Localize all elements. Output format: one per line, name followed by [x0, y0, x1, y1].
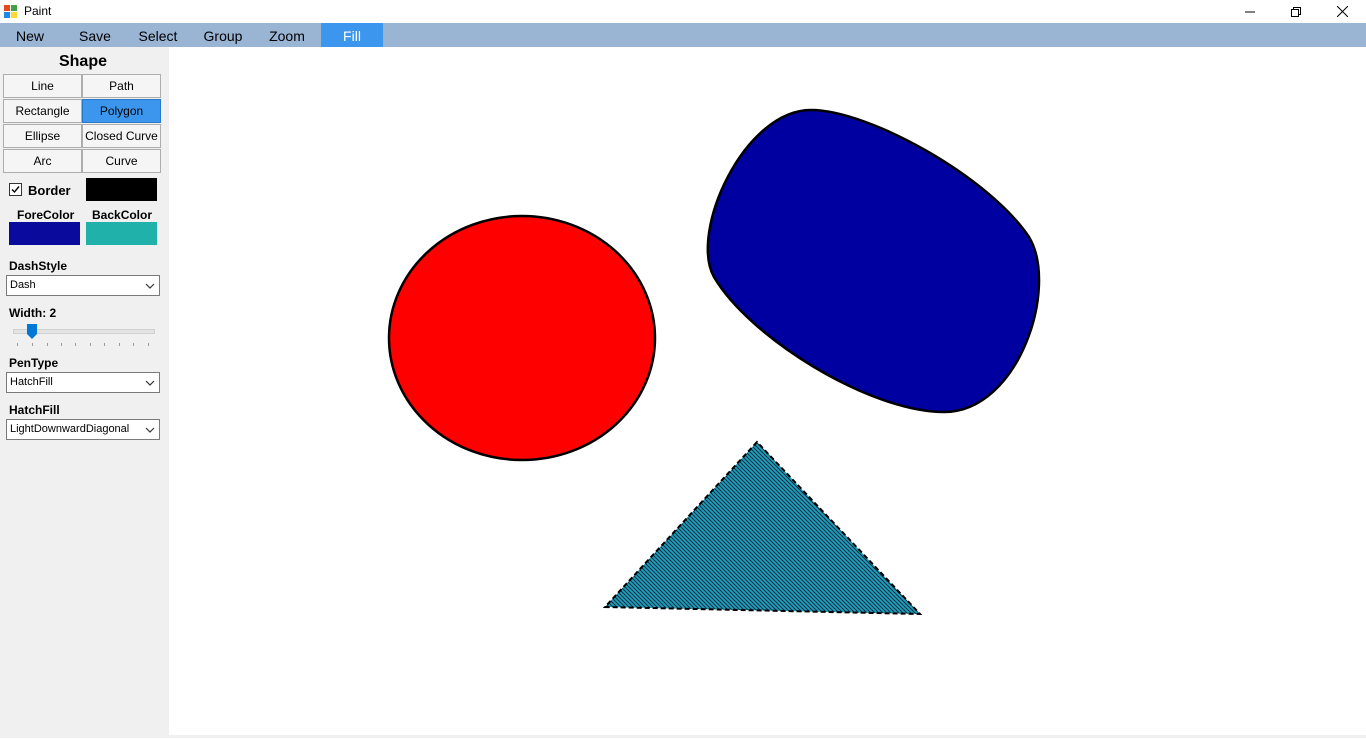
pentype-value: HatchFill [10, 376, 53, 388]
menu-bar: New Save Select Group Zoom Fill [0, 23, 1366, 47]
slider-tick [133, 343, 134, 346]
hatchfill-label: HatchFill [9, 403, 60, 417]
shape-closed-curve-button[interactable]: Closed Curve [82, 124, 161, 148]
slider-tick [17, 343, 18, 346]
slider-tick [104, 343, 105, 346]
chevron-down-icon [145, 427, 155, 433]
shape-arc-button[interactable]: Arc [3, 149, 82, 173]
restore-button[interactable] [1273, 0, 1319, 23]
hatchfill-select[interactable]: LightDownwardDiagonal [6, 419, 160, 440]
hatchfill-value: LightDownwardDiagonal [10, 423, 130, 435]
slider-tick [148, 343, 149, 346]
slider-tick [75, 343, 76, 346]
border-color-swatch[interactable] [86, 178, 157, 201]
shape-heading: Shape [58, 53, 107, 70]
pentype-select[interactable]: HatchFill [6, 372, 160, 393]
chevron-down-icon [145, 380, 155, 386]
menu-group[interactable]: Group [192, 23, 254, 47]
minimize-icon [1245, 11, 1255, 12]
shape-line-button[interactable]: Line [3, 74, 82, 98]
minimize-button[interactable] [1227, 0, 1273, 23]
app-icon [4, 5, 17, 18]
slider-tick [32, 343, 33, 346]
tool-panel: Shape Line Path Rectangle Polygon Ellips… [0, 47, 169, 738]
border-label: Border [28, 183, 71, 198]
shape-rectangle-button[interactable]: Rectangle [3, 99, 82, 123]
blue-closed-curve-shape[interactable] [706, 108, 1041, 414]
menu-zoom[interactable]: Zoom [256, 23, 318, 47]
slider-tick [119, 343, 120, 346]
forecolor-swatch[interactable] [9, 222, 80, 245]
slider-tick [61, 343, 62, 346]
backcolor-swatch[interactable] [86, 222, 157, 245]
menu-save[interactable]: Save [64, 23, 126, 47]
backcolor-label: BackColor [92, 208, 153, 222]
shape-path-button[interactable]: Path [82, 74, 161, 98]
width-label: Width: 2 [9, 306, 57, 320]
close-icon [1336, 6, 1348, 17]
border-checkbox[interactable] [9, 183, 22, 196]
dashstyle-value: Dash [10, 279, 36, 291]
dashstyle-label: DashStyle [9, 259, 68, 273]
chevron-down-icon [145, 283, 155, 289]
dashstyle-select[interactable]: Dash [6, 275, 160, 296]
restore-icon [1291, 6, 1301, 17]
red-ellipse-shape[interactable] [387, 214, 657, 462]
menu-new[interactable]: New [0, 23, 60, 47]
title-bar: Paint [0, 0, 1366, 23]
window-title: Paint [24, 4, 52, 18]
slider-tick [90, 343, 91, 346]
checkmark-icon [11, 186, 20, 194]
pentype-label: PenType [9, 356, 59, 370]
shape-polygon-button[interactable]: Polygon [82, 99, 161, 123]
shape-curve-button[interactable]: Curve [82, 149, 161, 173]
menu-fill[interactable]: Fill [321, 23, 383, 47]
close-button[interactable] [1319, 0, 1365, 23]
forecolor-label: ForeColor [17, 208, 75, 222]
drawing-canvas[interactable] [169, 47, 1366, 735]
slider-tick [47, 343, 48, 346]
width-slider-thumb[interactable] [27, 324, 37, 339]
shape-ellipse-button[interactable]: Ellipse [3, 124, 82, 148]
hatched-triangle-shape[interactable] [602, 440, 923, 616]
menu-select[interactable]: Select [128, 23, 188, 47]
shape-grid: Line Path Rectangle Polygon Ellipse Clos… [3, 74, 163, 174]
canvas-drawing [387, 108, 1041, 616]
